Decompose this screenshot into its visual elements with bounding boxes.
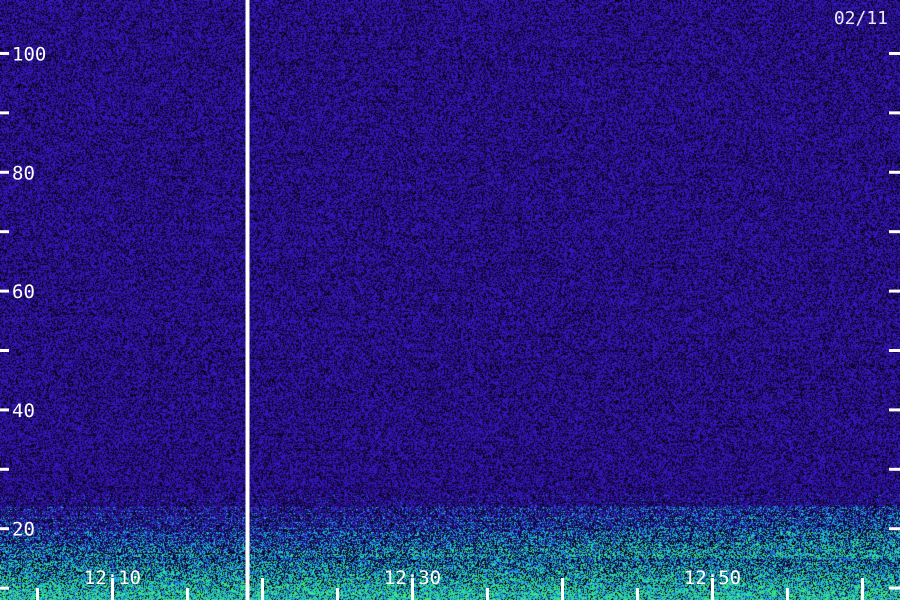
y-tick-label: 20 (12, 519, 35, 541)
axes-overlay: 100 80 60 40 20 12:10 12:30 12:50 02/11 (0, 0, 900, 600)
y-axis-ticks: 100 80 60 40 20 (0, 43, 900, 590)
x-tick-label: 12:30 (384, 567, 441, 589)
y-tick-label: 40 (12, 400, 35, 422)
x-axis-ticks: 12:10 12:30 12:50 (36, 567, 864, 600)
y-tick-label: 80 (12, 162, 35, 184)
x-tick-label: 12:10 (84, 567, 141, 589)
y-tick-label: 100 (12, 43, 46, 65)
spectrogram-plot: 100 80 60 40 20 12:10 12:30 12:50 02/11 (0, 0, 900, 600)
y-tick-label: 60 (12, 281, 35, 303)
x-tick-label: 12:50 (684, 567, 741, 589)
date-label: 02/11 (834, 8, 888, 29)
